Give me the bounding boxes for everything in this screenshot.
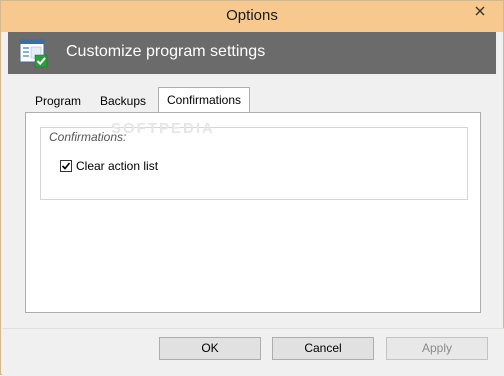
apply-button[interactable]: Apply — [386, 337, 488, 360]
header-banner: Customize program settings — [8, 32, 496, 74]
tab-backups[interactable]: Backups — [92, 89, 154, 113]
clear-action-list-option[interactable]: Clear action list — [60, 159, 158, 173]
clear-action-list-label: Clear action list — [76, 159, 159, 173]
clear-action-list-checkbox[interactable] — [60, 160, 72, 172]
header-title: Customize program settings — [66, 43, 266, 60]
title-bar[interactable]: Options — [1, 1, 503, 32]
close-button[interactable] — [463, 1, 497, 21]
group-label: Confirmations: — [49, 130, 127, 144]
confirmations-panel: Confirmations: Clear action list — [25, 112, 481, 313]
tab-program[interactable]: Program — [27, 89, 89, 113]
ok-button[interactable]: OK — [159, 337, 261, 360]
options-window: Options Customize program settings Progr… — [0, 0, 504, 376]
close-icon — [475, 6, 485, 16]
confirmations-group: Confirmations: Clear action list — [40, 127, 468, 200]
checkmark-icon — [61, 162, 71, 170]
window-title: Options — [226, 7, 278, 24]
cancel-button[interactable]: Cancel — [272, 337, 374, 360]
settings-window-check-icon — [19, 39, 48, 68]
tab-confirmations[interactable]: Confirmations — [158, 87, 251, 113]
